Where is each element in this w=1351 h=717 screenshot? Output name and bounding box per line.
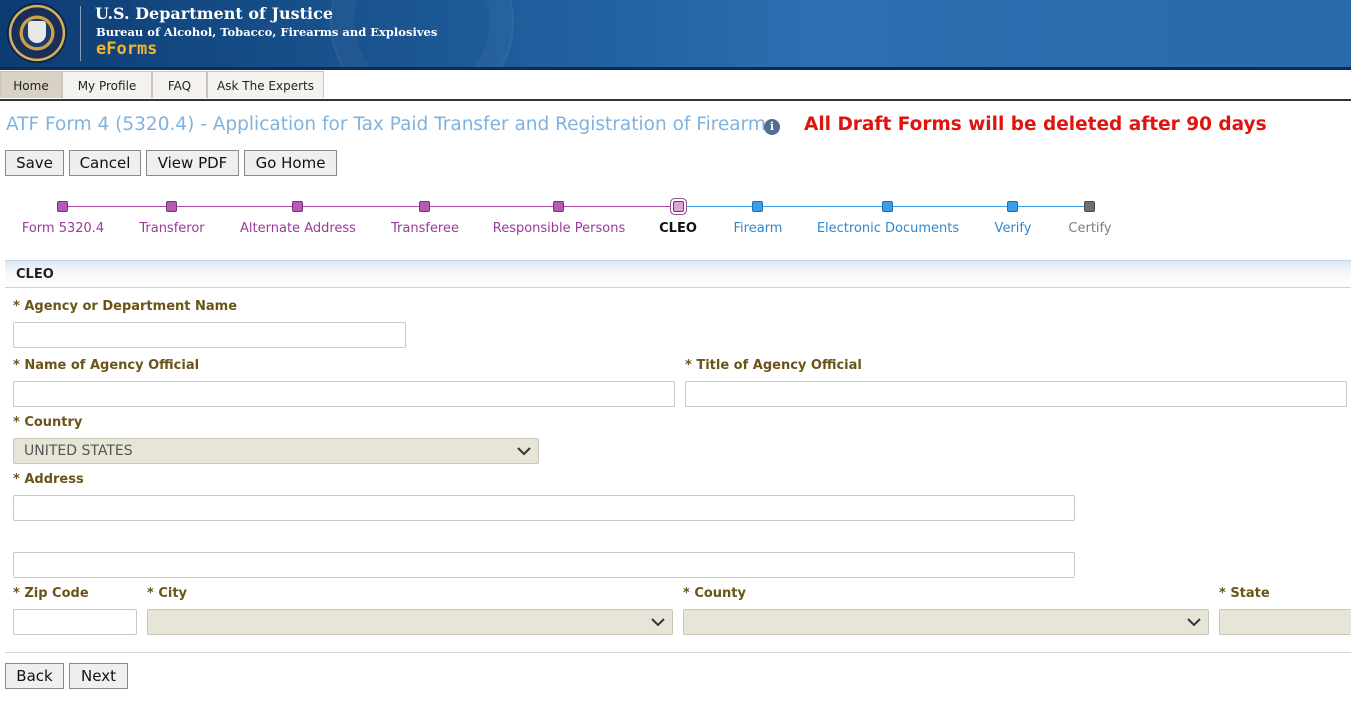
country-label: * Country <box>13 415 83 430</box>
address-line1-input[interactable] <box>13 495 1075 521</box>
step-dot-firearm[interactable] <box>752 201 763 212</box>
step-dot-verify[interactable] <box>1007 201 1018 212</box>
tab-my-profile[interactable]: My Profile <box>62 71 152 98</box>
agency-name-label: * Agency or Department Name <box>13 299 238 314</box>
step-dot-electronic-documents[interactable] <box>882 201 893 212</box>
country-select-value: UNITED STATES <box>24 443 133 459</box>
stepper-line-done <box>68 206 673 207</box>
step-dot-responsible-persons[interactable] <box>553 201 564 212</box>
step-label-responsible-persons[interactable]: Responsible Persons <box>493 221 626 236</box>
city-select[interactable] <box>147 609 673 635</box>
chevron-down-icon <box>1187 618 1201 627</box>
section-title: CLEO <box>16 267 54 282</box>
step-label-form-5320[interactable]: Form 5320.4 <box>22 221 104 236</box>
step-label-firearm[interactable]: Firearm <box>734 221 783 236</box>
zip-code-input[interactable] <box>13 609 137 635</box>
chevron-down-icon <box>517 447 531 456</box>
step-label-electronic-documents[interactable]: Electronic Documents <box>817 221 959 236</box>
back-button[interactable]: Back <box>5 663 64 689</box>
header-divider <box>80 6 81 61</box>
address-line2-input[interactable] <box>13 552 1075 578</box>
section-header: CLEO <box>5 260 1351 288</box>
step-dot-form-5320[interactable] <box>57 201 68 212</box>
zip-code-label: * Zip Code <box>13 586 89 601</box>
address-label: * Address <box>13 472 84 487</box>
agency-name-input[interactable] <box>13 322 406 348</box>
step-label-verify[interactable]: Verify <box>995 221 1032 236</box>
state-label: * State <box>1219 586 1270 601</box>
step-label-transferor[interactable]: Transferor <box>139 221 204 236</box>
state-select[interactable] <box>1219 609 1351 635</box>
form-divider <box>5 652 1351 653</box>
city-label: * City <box>147 586 188 601</box>
step-dot-transferee[interactable] <box>419 201 430 212</box>
header-banner: U.S. Department of Justice Bureau of Alc… <box>0 0 1351 70</box>
step-label-cleo: CLEO <box>659 221 697 236</box>
step-label-certify: Certify <box>1068 221 1112 236</box>
step-dot-cleo[interactable] <box>673 201 684 212</box>
tab-ask-the-experts[interactable]: Ask The Experts <box>207 71 324 98</box>
step-label-transferee[interactable]: Transferee <box>391 221 459 236</box>
step-dot-alternate-address[interactable] <box>292 201 303 212</box>
atf-seal-logo <box>8 4 66 62</box>
go-home-button[interactable]: Go Home <box>244 150 337 176</box>
save-button[interactable]: Save <box>5 150 64 176</box>
next-button[interactable]: Next <box>69 663 128 689</box>
official-name-label: * Name of Agency Official <box>13 358 200 373</box>
country-select[interactable]: UNITED STATES <box>13 438 539 464</box>
tab-faq[interactable]: FAQ <box>152 71 207 98</box>
official-title-label: * Title of Agency Official <box>685 358 862 373</box>
chevron-down-icon <box>651 618 665 627</box>
cancel-button[interactable]: Cancel <box>69 150 141 176</box>
tab-home[interactable]: Home <box>0 71 62 98</box>
main-tabs: Home My Profile FAQ Ask The Experts <box>0 70 1351 101</box>
app-name: eForms <box>96 39 158 59</box>
county-select[interactable] <box>683 609 1209 635</box>
official-name-input[interactable] <box>13 381 675 407</box>
official-title-input[interactable] <box>685 381 1347 407</box>
county-label: * County <box>683 586 746 601</box>
page-title: ATF Form 4 (5320.4) - Application for Ta… <box>6 114 766 135</box>
step-dot-transferor[interactable] <box>166 201 177 212</box>
department-name: U.S. Department of Justice <box>95 4 334 23</box>
bureau-name: Bureau of Alcohol, Tobacco, Firearms and… <box>96 25 438 39</box>
draft-warning: All Draft Forms will be deleted after 90… <box>804 114 1267 135</box>
info-icon[interactable]: i <box>764 119 780 135</box>
view-pdf-button[interactable]: View PDF <box>146 150 239 176</box>
step-label-alternate-address[interactable]: Alternate Address <box>240 221 356 236</box>
step-dot-certify <box>1084 201 1095 212</box>
